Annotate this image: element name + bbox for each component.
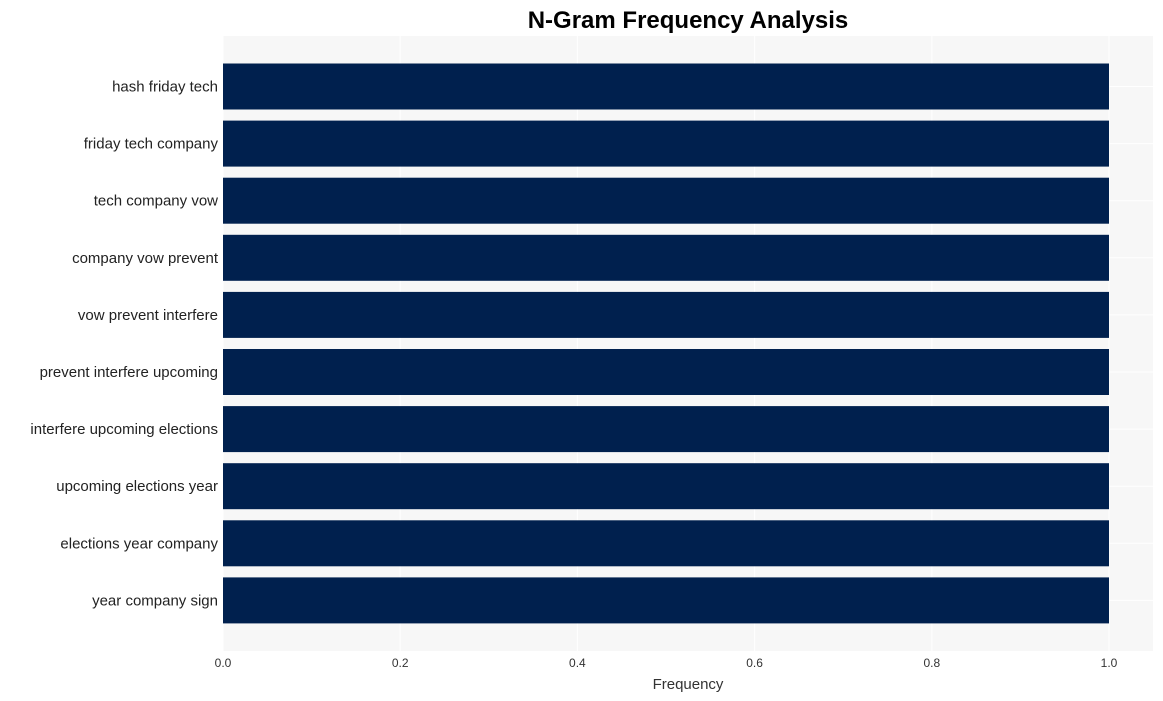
x-tick-label: 0.8 [923, 656, 940, 670]
y-tick-label: elections year company [60, 535, 218, 552]
x-tick-label: 0.2 [392, 656, 409, 670]
chart-title: N-Gram Frequency Analysis [528, 7, 849, 34]
y-tick-label: hash friday tech [112, 79, 218, 96]
y-tick-label: tech company vow [94, 193, 218, 210]
bar [223, 120, 1109, 167]
x-tick-label: 0.6 [746, 656, 763, 670]
y-tick-label: vow prevent interfere [78, 307, 218, 324]
x-tick-label: 1.0 [1101, 656, 1118, 670]
bar [223, 63, 1109, 110]
bar [223, 406, 1109, 453]
bar [223, 177, 1109, 224]
x-tick-label: 0.4 [569, 656, 586, 670]
y-tick-label: company vow prevent [72, 250, 219, 267]
bar [223, 291, 1109, 338]
y-tick-label: upcoming elections year [56, 478, 218, 495]
y-tick-label: friday tech company [84, 136, 219, 153]
bar [223, 463, 1109, 510]
bar [223, 349, 1109, 395]
bar [223, 234, 1109, 281]
x-axis-label: Frequency [653, 676, 724, 693]
y-tick-labels: hash friday tech friday tech company tech … [30, 79, 218, 610]
bar [223, 577, 1109, 624]
bar [223, 520, 1109, 567]
y-tick-label: year company sign [92, 592, 218, 609]
x-tick-label: 0.0 [215, 656, 232, 670]
y-tick-label: prevent interfere upcoming [40, 364, 218, 381]
x-tick-labels: 0.0 0.2 0.4 0.6 0.8 1.0 [215, 656, 1118, 670]
y-tick-label: interfere upcoming elections [30, 421, 218, 438]
ngram-bar-chart: N-Gram Frequency Analysis hash friday te… [30, 7, 1153, 693]
